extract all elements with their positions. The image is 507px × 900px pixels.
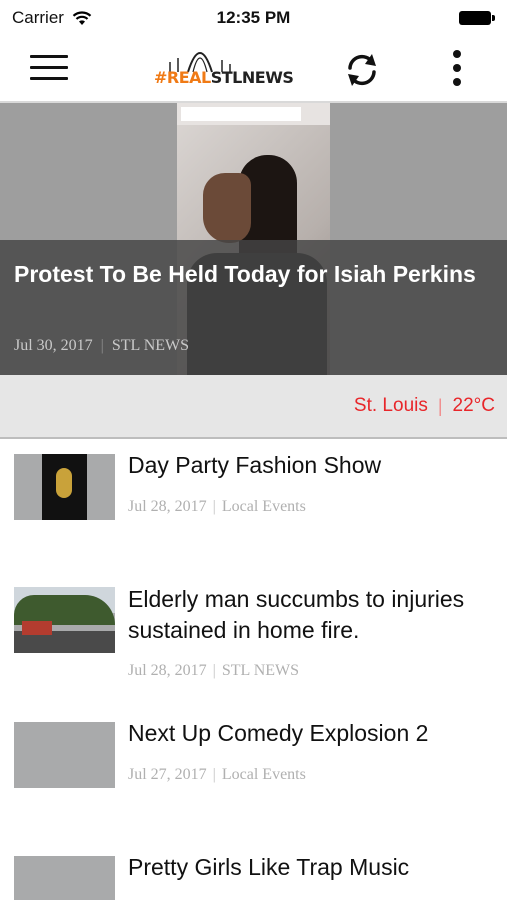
article-thumbnail xyxy=(14,454,115,520)
more-vertical-icon[interactable] xyxy=(447,48,467,88)
article-thumbnail xyxy=(14,587,115,653)
article-thumbnail xyxy=(14,722,115,788)
featured-title[interactable]: Protest To Be Held Today for Isiah Perki… xyxy=(14,259,494,290)
app-logo[interactable]: #REALSTLNEWS xyxy=(150,38,294,98)
article-meta: Jul 28, 2017 | Local Events xyxy=(128,498,306,516)
status-bar: Carrier 12:35 PM xyxy=(0,0,507,36)
featured-article[interactable]: Protest To Be Held Today for Isiah Perki… xyxy=(0,103,507,375)
article-thumbnail xyxy=(14,856,115,900)
weather-separator: | xyxy=(437,395,443,416)
weather-city: St. Louis xyxy=(353,395,428,416)
list-item[interactable]: Next Up Comedy Explosion 2 Jul 27, 2017 … xyxy=(0,716,507,826)
logo-text: #REALSTLNEWS xyxy=(154,68,294,87)
list-item[interactable]: Elderly man succumbs to injuries sustain… xyxy=(0,582,507,702)
weather-bar: St. Louis | 22°C xyxy=(0,375,507,438)
app-header: #REALSTLNEWS xyxy=(0,36,507,102)
meta-separator: | xyxy=(212,766,216,783)
list-item[interactable]: Pretty Girls Like Trap Music xyxy=(0,850,507,900)
article-title[interactable]: Next Up Comedy Explosion 2 xyxy=(128,718,498,749)
article-category: Local Events xyxy=(221,498,306,515)
list-item[interactable]: Day Party Fashion Show Jul 28, 2017 | Lo… xyxy=(0,446,507,566)
refresh-icon[interactable] xyxy=(342,50,382,90)
weather-info: St. Louis | 22°C xyxy=(354,395,495,417)
article-date: Jul 28, 2017 xyxy=(128,662,207,679)
article-meta: Jul 27, 2017 | Local Events xyxy=(128,766,306,784)
featured-category: STL NEWS xyxy=(111,337,190,354)
article-title[interactable]: Pretty Girls Like Trap Music xyxy=(128,852,498,883)
meta-separator: | xyxy=(100,337,104,354)
article-category: Local Events xyxy=(221,766,306,783)
status-time: 12:35 PM xyxy=(216,8,291,27)
weather-temperature: 22°C xyxy=(452,395,495,416)
meta-separator: | xyxy=(212,498,216,515)
article-category: STL NEWS xyxy=(221,662,300,679)
article-title[interactable]: Day Party Fashion Show xyxy=(128,450,498,481)
featured-date: Jul 30, 2017 xyxy=(14,337,93,354)
battery-icon xyxy=(459,11,495,25)
article-date: Jul 28, 2017 xyxy=(128,498,207,515)
article-title[interactable]: Elderly man succumbs to injuries sustain… xyxy=(128,584,498,646)
menu-icon[interactable] xyxy=(30,53,68,83)
weather-divider xyxy=(0,437,507,439)
article-date: Jul 27, 2017 xyxy=(128,766,207,783)
meta-separator: | xyxy=(212,662,216,679)
article-meta: Jul 28, 2017 | STL NEWS xyxy=(128,662,299,680)
featured-meta: Jul 30, 2017 | STL NEWS xyxy=(14,337,189,355)
